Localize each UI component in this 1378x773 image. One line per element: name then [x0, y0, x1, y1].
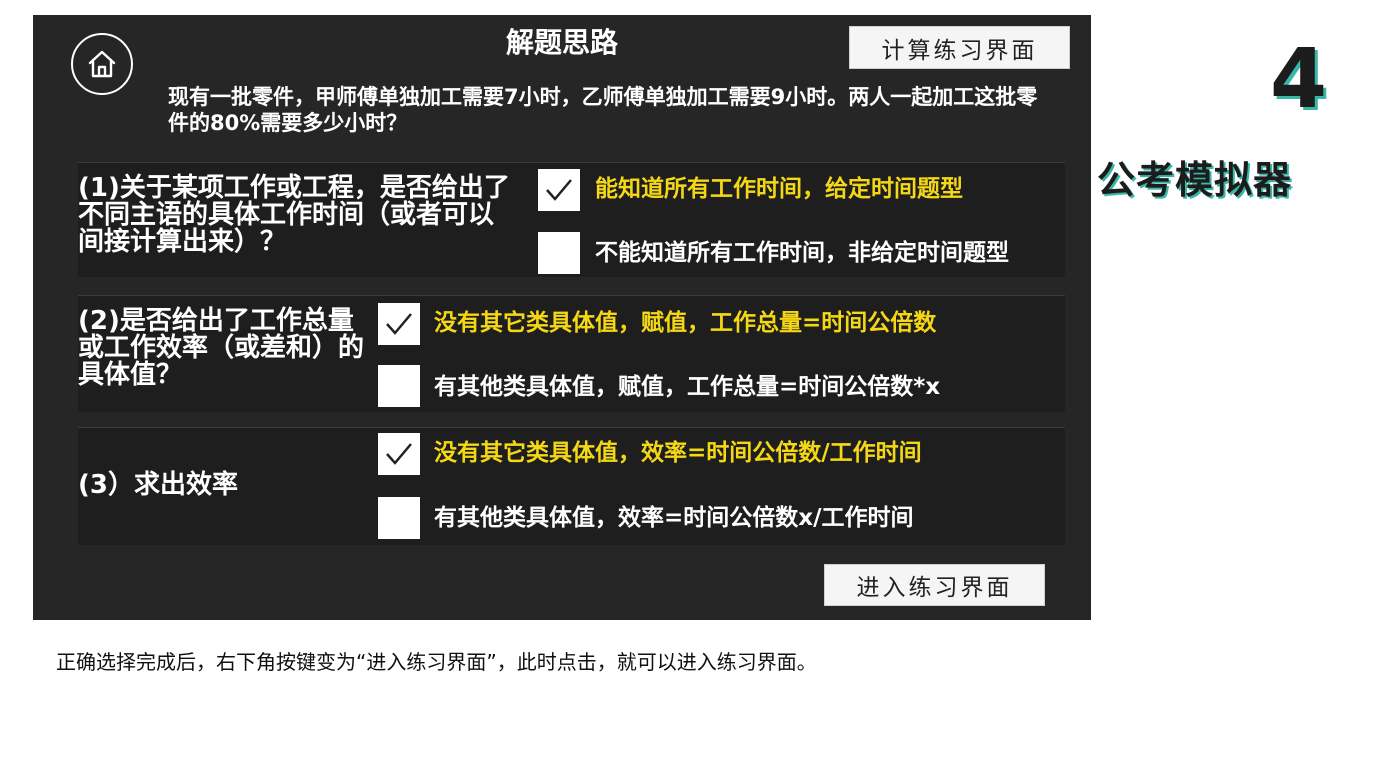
calc-practice-button[interactable]: 计算练习界面 [849, 26, 1070, 69]
option-text-2-2: 有其他类具体值，赋值，工作总量=时间公倍数*x [434, 374, 941, 400]
option-text-3-1: 没有其它类具体值，效率=时间公倍数/工作时间 [434, 440, 922, 466]
option-text-2-1: 没有其它类具体值，赋值，工作总量=时间公倍数 [434, 310, 937, 336]
checkmark-icon [386, 443, 412, 465]
option-checkbox-1-2[interactable] [538, 232, 580, 274]
option-checkbox-2-2[interactable] [378, 365, 420, 407]
option-text-1-1: 能知道所有工作时间，给定时间题型 [595, 176, 963, 202]
main-panel: 解题思路 计算练习界面 现有一批零件，甲师傅单独加工需要7小时，乙师傅单独加工需… [33, 15, 1091, 620]
option-checkbox-3-2[interactable] [378, 497, 420, 539]
option-checkbox-3-1[interactable] [378, 433, 420, 475]
option-checkbox-1-1[interactable] [538, 169, 580, 211]
step-number: 4 [1270, 32, 1328, 127]
step-section-3: (3）求出效率 没有其它类具体值，效率=时间公倍数/工作时间 有其他类具体值，效… [78, 427, 1065, 545]
caption-text: 正确选择完成后，右下角按键变为“进入练习界面”，此时点击，就可以进入练习界面。 [56, 650, 817, 674]
option-text-3-2: 有其他类具体值，效率=时间公倍数x/工作时间 [434, 505, 914, 531]
question-text: 现有一批零件，甲师傅单独加工需要7小时，乙师傅单独加工需要9小时。两人一起加工这… [168, 85, 1038, 135]
enter-practice-button[interactable]: 进入练习界面 [824, 564, 1045, 606]
step-section-1: (1)关于某项工作或工程，是否给出了不同主语的具体工作时间（或者可以间接计算出来… [78, 162, 1065, 277]
step-section-2: (2)是否给出了工作总量或工作效率（或差和）的具体值？ 没有其它类具体值，赋值，… [78, 295, 1065, 412]
step-label-3: (3）求出效率 [78, 470, 238, 500]
step-label-1: (1)关于某项工作或工程，是否给出了不同主语的具体工作时间（或者可以间接计算出来… [78, 173, 510, 257]
checkmark-icon [546, 179, 572, 201]
checkmark-icon [386, 313, 412, 335]
option-checkbox-2-1[interactable] [378, 303, 420, 345]
step-label-2: (2)是否给出了工作总量或工作效率（或差和）的具体值？ [78, 306, 365, 390]
option-text-1-2: 不能知道所有工作时间，非给定时间题型 [595, 240, 1009, 266]
brand-title: 公考模拟器 [1097, 158, 1293, 202]
